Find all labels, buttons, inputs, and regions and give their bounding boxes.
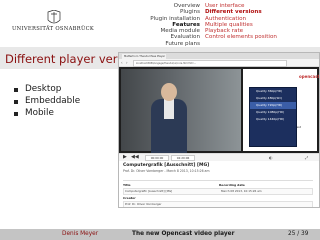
quality-option[interactable]: Quality 1080p(HD) [250,109,296,116]
creator-value: Prof. Dr. Oliver Vornberger [125,202,162,206]
logo-text: UNIVERSITÄT OSNABRÜCK [12,26,95,32]
date-value: March 08 2013, 10:15:26 am [221,189,262,193]
footer-title: The new Opencast video player [132,231,235,237]
fullscreen-icon[interactable]: ⤢ [305,155,308,160]
current-time[interactable]: 00:00:00 [145,155,169,161]
volume-icon[interactable]: ◐ [269,155,273,160]
header: UNIVERSITÄT OSNABRÜCK Overview Plugins Plu… [0,0,320,47]
bullet-text: Mobile [25,108,54,118]
info-tabs: Description Downloads Slidetext Share St… [123,175,313,191]
opencast-logo: opencast [299,74,320,79]
section-nav: Overview Plugins Plugin installation Featur… [150,3,200,47]
skip-back-icon[interactable]: ◀◀ [131,155,139,160]
total-time: 02:20:06 [171,155,195,161]
quality-option[interactable]: Quality 480p(SD) [250,95,296,102]
bullet-square-icon [14,100,18,104]
bullet-text: Embeddable [25,96,81,106]
title-value: Computergrafik [Ausschnitt] [MG] [125,189,173,193]
presenter-shirt [164,99,174,119]
forward-icon[interactable]: › [126,60,130,65]
date-label: Recording date [219,183,245,187]
page-number: 25 / 39 [288,231,309,237]
quality-option[interactable]: Quality 360p(HD) [250,88,296,95]
quality-dropdown[interactable]: Quality 360p(HD) Quality 480p(SD) Quality … [249,87,297,147]
browser-toolbar: ‹ › localhost:8080/engage/theodul/ui/cor… [119,59,319,67]
section-nav-item[interactable]: Plugin installation [150,16,200,22]
bullet-square-icon [14,88,18,92]
subsection-nav-item[interactable]: Control elements position [205,34,277,40]
bullet-text: Desktop [25,84,62,94]
title-label: Title [123,183,131,187]
quality-option[interactable]: Quality 1440p(HD) [250,116,296,123]
player-screenshot: Matterhorn Theodul Pass Player ‹ › local… [118,52,320,208]
subsection-nav: User interface Different versions Authenti… [205,3,277,41]
back-icon[interactable]: ‹ [121,60,125,65]
presenter-head [161,83,177,101]
bullet-square-icon [14,112,18,116]
video-title: Computergrafik [Ausschnitt] [MG] [123,163,210,168]
footer-author: Denis Meyer [62,231,99,237]
player-controls: ▶ ◀◀ 00:00:00 02:20:06 ◐ ⤢ [119,153,319,161]
url-field[interactable]: localhost:8080/engage/theodul/ui/core.ht… [133,60,287,67]
video-subtitle: Prof. Dr. Oliver Vornberger - March 8 20… [123,169,210,173]
play-icon[interactable]: ▶ [123,155,127,160]
video-area: opencast Presentation of the Opencast Ma… [119,67,319,153]
creator-label: Creator [123,196,136,200]
quality-option[interactable]: Quality 720p(HD) [250,102,296,109]
